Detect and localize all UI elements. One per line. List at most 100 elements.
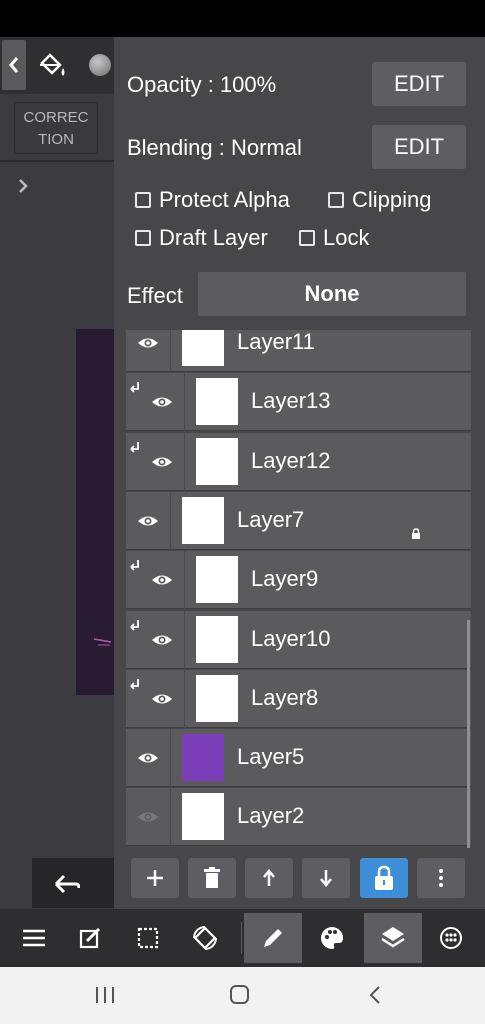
arrow-up-icon: [263, 869, 275, 886]
layer-row[interactable]: Layer10: [126, 610, 471, 669]
brush-button[interactable]: [244, 913, 302, 963]
checkbox-icon: [328, 192, 344, 208]
layer-lock-icon: [412, 528, 420, 539]
more-vertical-icon: [439, 869, 443, 887]
layer-thumbnail: [182, 330, 224, 366]
visibility-eye-icon[interactable]: [150, 453, 174, 471]
palette-icon: [321, 927, 343, 949]
correction-button[interactable]: CORREC TION: [14, 102, 98, 154]
materials-icon: [440, 927, 462, 949]
add-layer-button[interactable]: [131, 858, 179, 898]
opacity-edit-button[interactable]: EDIT: [372, 62, 466, 106]
collapse-panel-button[interactable]: [2, 40, 26, 90]
more-options-button[interactable]: [417, 858, 465, 898]
visibility-eye-icon[interactable]: [136, 749, 160, 767]
clipping-arrow-icon: [130, 441, 139, 453]
layer-list[interactable]: Layer11 Layer13 Layer12 Layer7 Layer9 Layer10…: [126, 330, 471, 847]
layers-icon: [381, 927, 405, 948]
layer-thumbnail: [196, 615, 238, 663]
brush-preview-icon[interactable]: [89, 54, 111, 76]
clipping-label: Clipping: [352, 187, 432, 212]
protect-alpha-label: Protect Alpha: [159, 187, 290, 212]
layer-row[interactable]: Layer12: [126, 432, 471, 491]
layer-list-scrollbar[interactable]: [467, 620, 470, 848]
layer-thumbnail: [196, 378, 238, 426]
correction-label-line2: TION: [38, 131, 74, 148]
back-icon[interactable]: [367, 984, 383, 1006]
layer-name: Layer7: [237, 506, 305, 532]
layer-name: Layer12: [251, 447, 331, 473]
layers-button[interactable]: [364, 913, 422, 963]
layer-thumbnail: [182, 734, 224, 782]
edit-icon: [79, 927, 101, 949]
selection-button[interactable]: [125, 915, 171, 961]
protect-alpha-checkbox[interactable]: Protect Alpha: [135, 187, 290, 213]
layer-name: Layer13: [251, 388, 331, 414]
edit-button[interactable]: [67, 915, 113, 961]
lock-label: Lock: [323, 225, 370, 250]
layer-name: Layer9: [251, 566, 319, 592]
divider: [184, 432, 185, 491]
delete-layer-button[interactable]: [188, 858, 236, 898]
layer-row[interactable]: Layer13: [126, 373, 471, 432]
divider: [184, 551, 185, 610]
lock-icon: [375, 865, 393, 890]
layer-thumbnail: [196, 437, 238, 485]
chevron-left-icon: [9, 57, 19, 73]
transform-button[interactable]: [182, 915, 228, 961]
menu-button[interactable]: [11, 915, 57, 961]
effect-select-button[interactable]: None: [198, 272, 466, 316]
blending-label: Blending : Normal: [127, 135, 302, 160]
lock-layer-button[interactable]: [360, 858, 408, 898]
visibility-eye-icon[interactable]: [150, 571, 174, 589]
materials-button[interactable]: [428, 915, 474, 961]
checkbox-icon: [135, 230, 151, 246]
move-layer-up-button[interactable]: [245, 858, 293, 898]
arrow-down-icon: [320, 870, 332, 887]
layer-name: Layer2: [237, 803, 305, 829]
palette-button[interactable]: [309, 915, 355, 961]
lock-checkbox[interactable]: Lock: [299, 225, 369, 251]
move-layer-down-button[interactable]: [302, 858, 350, 898]
layer-name: Layer10: [251, 625, 331, 651]
layer-row[interactable]: Layer8: [126, 669, 471, 728]
clipping-checkbox[interactable]: Clipping: [328, 187, 432, 213]
left-toolbar: [0, 37, 114, 94]
undo-icon[interactable]: [52, 872, 80, 894]
brush-icon: [264, 929, 282, 947]
clipping-arrow-icon: [130, 619, 139, 631]
layer-name: Layer8: [251, 684, 319, 710]
layer-row[interactable]: Layer2: [126, 788, 471, 847]
visibility-eye-icon[interactable]: [136, 512, 160, 530]
layer-row[interactable]: Layer11: [126, 330, 471, 372]
paint-bucket-icon[interactable]: [36, 51, 68, 81]
visibility-eye-icon[interactable]: [136, 808, 160, 826]
layer-thumbnail: [182, 496, 224, 544]
recent-apps-icon[interactable]: [94, 985, 116, 1005]
chevron-right-icon[interactable]: [16, 178, 30, 194]
draft-layer-checkbox[interactable]: Draft Layer: [135, 225, 268, 251]
canvas-area[interactable]: [76, 329, 114, 695]
visibility-eye-icon[interactable]: [150, 690, 174, 708]
layer-thumbnail: [196, 674, 238, 722]
divider: [170, 788, 171, 847]
layer-thumbnail: [182, 793, 224, 841]
layer-row[interactable]: Layer5: [126, 729, 471, 788]
clipping-arrow-icon: [130, 678, 139, 690]
visibility-eye-icon[interactable]: [136, 334, 160, 352]
divider: [184, 373, 185, 432]
trash-icon: [204, 867, 220, 888]
home-icon[interactable]: [228, 983, 252, 1007]
canvas-stroke: [93, 638, 112, 646]
layer-row[interactable]: Layer9: [126, 551, 471, 610]
selection-icon: [137, 927, 159, 949]
effect-label: Effect: [127, 283, 183, 308]
layer-row[interactable]: Layer7: [126, 491, 471, 550]
visibility-eye-icon[interactable]: [150, 631, 174, 649]
blending-edit-button[interactable]: EDIT: [372, 125, 466, 169]
divider: [241, 922, 242, 954]
visibility-eye-icon[interactable]: [150, 393, 174, 411]
divider: [184, 669, 185, 728]
divider: [0, 160, 114, 162]
layer-name: Layer11: [237, 330, 315, 354]
